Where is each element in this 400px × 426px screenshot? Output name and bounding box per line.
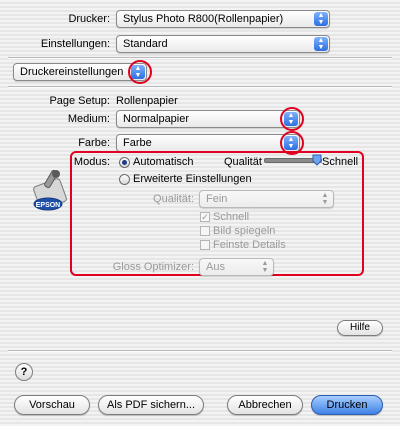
page-setup-value: Rollenpapier (116, 95, 178, 107)
radio-advanced-label: Erweiterte Einstellungen (133, 173, 252, 185)
quality-speed-slider[interactable] (264, 154, 322, 167)
separator (8, 350, 392, 352)
color-label: Farbe: (78, 137, 110, 149)
cancel-button[interactable]: Abbrechen (227, 395, 303, 415)
epson-printer-icon: EPSON (30, 168, 72, 216)
radio-automatic-label: Automatisch (133, 156, 194, 168)
gloss-label: Gloss Optimizer: (112, 261, 194, 273)
popup-arrows-icon: ▲ ▼ (261, 260, 269, 274)
separator (8, 86, 392, 88)
color-popup[interactable]: Farbe ▲ ▼ (116, 134, 300, 152)
settings-label: Einstellungen: (40, 38, 110, 50)
settings-popup[interactable]: Standard ▲ ▼ (116, 35, 330, 53)
page-setup-label: Page Setup: (49, 95, 110, 107)
checkbox-finest-label: Feinste Details (213, 239, 286, 251)
settings-value: Standard (123, 38, 168, 50)
checkbox-mirror-label: Bild spiegeln (213, 225, 276, 237)
adv-quality-value: Fein (206, 193, 228, 205)
preview-button[interactable]: Vorschau (14, 395, 90, 415)
highlight-circle (128, 60, 152, 84)
popup-arrows-icon: ▲ ▼ (314, 12, 328, 26)
radio-automatic[interactable] (119, 157, 130, 168)
slider-thumb[interactable] (312, 154, 322, 166)
separator (8, 57, 392, 59)
gloss-popup[interactable]: Aus ▲ ▼ (199, 258, 274, 276)
medium-label: Medium: (67, 113, 110, 125)
mode-label: Modus: (73, 156, 110, 168)
gloss-value: Aus (206, 261, 225, 273)
slider-left-label: Qualität (224, 156, 262, 168)
color-value: Farbe (123, 137, 152, 149)
popup-arrows-icon: ▲ ▼ (321, 192, 329, 206)
help-button[interactable]: Hilfe (337, 320, 383, 336)
checkbox-fast[interactable]: ✓ (200, 212, 210, 222)
adv-quality-popup[interactable]: Fein ▲ ▼ (199, 190, 334, 208)
slider-right-label: Schnell (322, 156, 359, 168)
checkbox-finest[interactable] (200, 240, 210, 250)
print-button[interactable]: Drucken (311, 395, 383, 415)
highlight-circle (280, 107, 304, 131)
printer-value: Stylus Photo R800(Rollenpapier) (123, 13, 284, 25)
panel-popup-value: Druckereinstellungen (20, 66, 124, 78)
panel-popup[interactable]: Druckereinstellungen ▲ ▼ (13, 63, 147, 81)
radio-advanced[interactable] (119, 174, 130, 185)
popup-arrows-icon: ▲ ▼ (314, 37, 328, 51)
medium-popup[interactable]: Normalpapier ▲ ▼ (116, 110, 300, 128)
printer-label: Drucker: (68, 13, 110, 25)
checkbox-fast-label: Schnell (213, 211, 250, 223)
printer-popup[interactable]: Stylus Photo R800(Rollenpapier) ▲ ▼ (116, 10, 330, 28)
help-icon[interactable]: ? (15, 363, 33, 381)
checkbox-mirror[interactable] (200, 226, 210, 236)
medium-value: Normalpapier (123, 113, 190, 125)
epson-logo-text: EPSON (36, 202, 61, 209)
adv-quality-label: Qualität: (153, 193, 194, 205)
save-as-pdf-button[interactable]: Als PDF sichern... (98, 395, 204, 415)
